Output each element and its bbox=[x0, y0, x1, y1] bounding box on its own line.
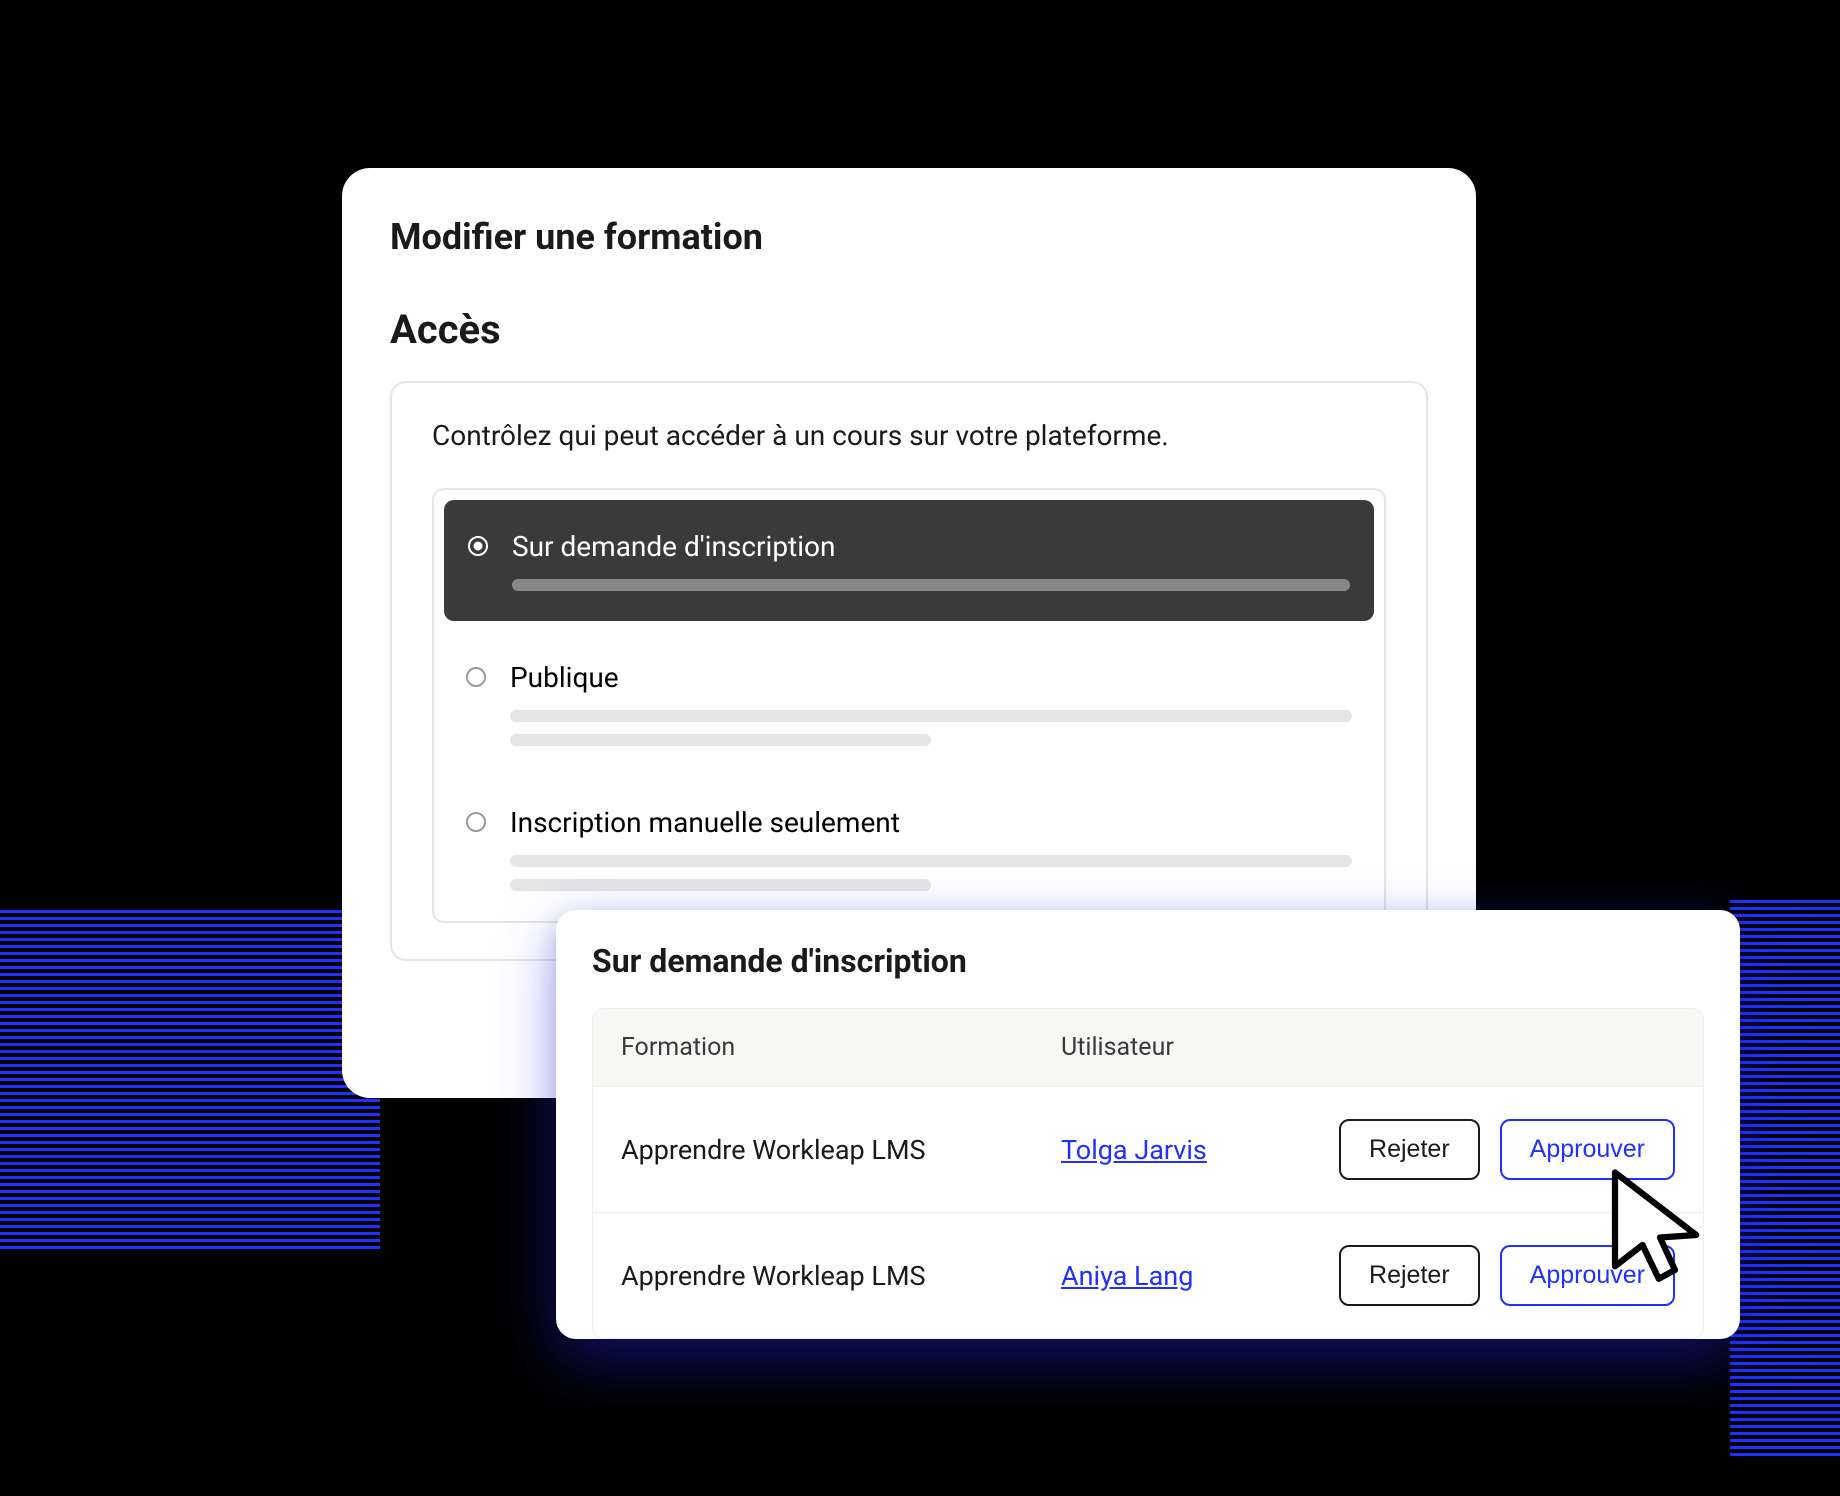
approve-button[interactable]: Approuver bbox=[1500, 1245, 1675, 1306]
table-row: Apprendre Workleap LMS Aniya Lang Rejete… bbox=[593, 1212, 1703, 1338]
radio-option-on-request[interactable]: Sur demande d'inscription bbox=[444, 500, 1374, 621]
requests-table: Formation Utilisateur Apprendre Workleap… bbox=[592, 1008, 1704, 1339]
decorative-glitch-left bbox=[0, 910, 380, 1250]
enrollment-requests-card: Sur demande d'inscription Formation Util… bbox=[556, 910, 1740, 1339]
table-header: Formation Utilisateur bbox=[593, 1009, 1703, 1086]
radio-icon bbox=[466, 667, 486, 687]
radio-option-public[interactable]: Publique bbox=[434, 631, 1384, 776]
reject-button[interactable]: Rejeter bbox=[1339, 1245, 1480, 1306]
radio-option-manual[interactable]: Inscription manuelle seulement bbox=[434, 776, 1384, 921]
placeholder-line bbox=[510, 855, 1352, 867]
page-title: Modifier une formation bbox=[390, 216, 1428, 258]
radio-label: Sur demande d'inscription bbox=[512, 530, 1350, 563]
formation-cell: Apprendre Workleap LMS bbox=[621, 1134, 1061, 1166]
radio-icon bbox=[466, 812, 486, 832]
access-description: Contrôlez qui peut accéder à un cours su… bbox=[432, 419, 1386, 452]
approve-button[interactable]: Approuver bbox=[1500, 1119, 1675, 1180]
radio-icon bbox=[468, 536, 488, 556]
table-row: Apprendre Workleap LMS Tolga Jarvis Reje… bbox=[593, 1086, 1703, 1212]
radio-label: Inscription manuelle seulement bbox=[510, 806, 1352, 839]
formation-cell: Apprendre Workleap LMS bbox=[621, 1260, 1061, 1292]
radio-content: Publique bbox=[510, 661, 1352, 746]
user-link[interactable]: Aniya Lang bbox=[1061, 1260, 1193, 1292]
access-radio-group: Sur demande d'inscription Publique Inscr… bbox=[432, 488, 1386, 923]
placeholder-line bbox=[512, 579, 1350, 591]
placeholder-line bbox=[510, 710, 1352, 722]
column-header-user: Utilisateur bbox=[1061, 1033, 1321, 1062]
user-link[interactable]: Tolga Jarvis bbox=[1061, 1134, 1207, 1166]
placeholder-line bbox=[510, 879, 931, 891]
radio-label: Publique bbox=[510, 661, 1352, 694]
radio-content: Sur demande d'inscription bbox=[512, 530, 1350, 591]
decorative-glitch-right bbox=[1730, 900, 1840, 1460]
section-title: Accès bbox=[390, 306, 1428, 353]
reject-button[interactable]: Rejeter bbox=[1339, 1119, 1480, 1180]
radio-content: Inscription manuelle seulement bbox=[510, 806, 1352, 891]
access-panel: Contrôlez qui peut accéder à un cours su… bbox=[390, 381, 1428, 961]
overlay-title: Sur demande d'inscription bbox=[592, 942, 1704, 980]
column-header-formation: Formation bbox=[621, 1033, 1061, 1062]
placeholder-line bbox=[510, 734, 931, 746]
